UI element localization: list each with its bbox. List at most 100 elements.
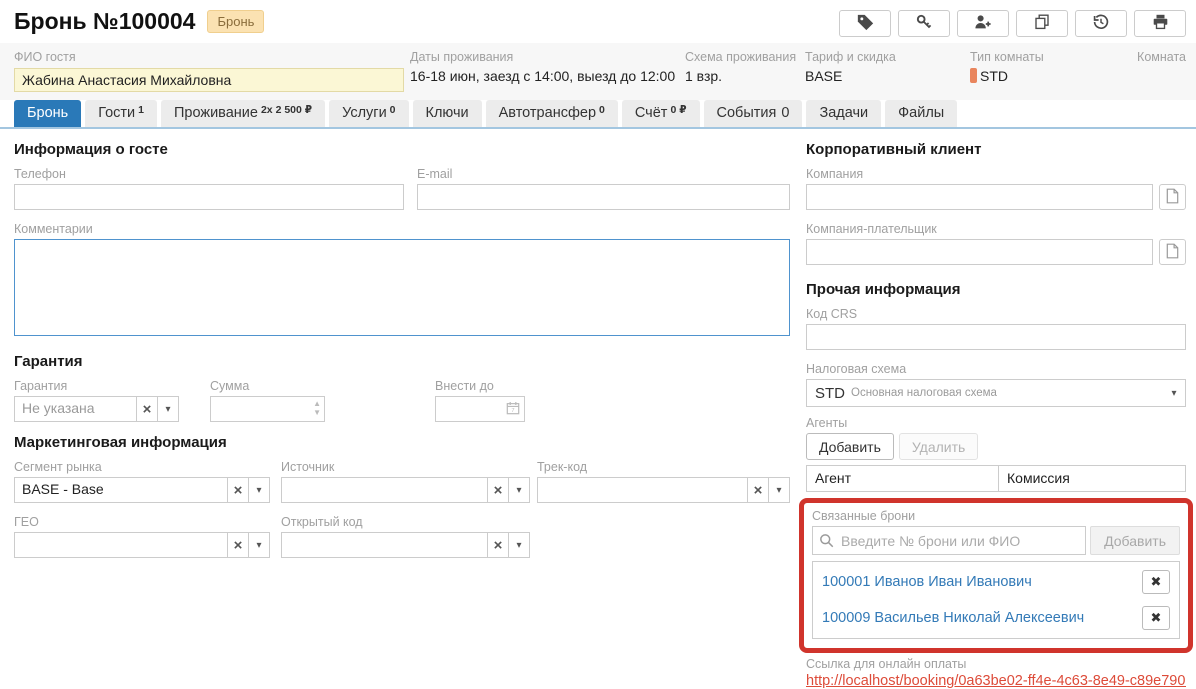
agent-delete-button[interactable]: Удалить (899, 433, 978, 460)
header: Бронь №100004 Бронь (0, 0, 1196, 43)
right-column: Корпоративный клиент Компания Компания-п… (806, 141, 1186, 689)
email-input[interactable] (417, 184, 790, 210)
agents-label: Агенты (806, 416, 1186, 430)
list-item: 100009 Васильев Николай Алексеевич ✖ (813, 600, 1179, 636)
guest-info-heading: Информация о госте (14, 141, 790, 158)
tab-files[interactable]: Файлы (885, 100, 957, 127)
tag-icon (857, 14, 874, 34)
open-code-label: Открытый код (281, 515, 530, 529)
svg-text:7: 7 (511, 408, 514, 414)
tab-tasks[interactable]: Задачи (806, 100, 881, 127)
linked-booking-link[interactable]: 100009 Васильев Николай Алексеевич (822, 610, 1084, 626)
due-date-label: Внести до (435, 379, 525, 393)
spinner-arrows[interactable]: ▲▼ (313, 399, 321, 417)
key-button[interactable] (898, 10, 950, 37)
key-icon (916, 14, 932, 33)
chevron-down-icon[interactable]: ▾ (1163, 388, 1185, 399)
commission-column-header: Комиссия (999, 465, 1186, 492)
tab-keys[interactable]: Ключи (413, 100, 482, 127)
payer-company-input[interactable] (806, 239, 1153, 265)
tab-booking[interactable]: Бронь (14, 100, 81, 127)
linked-booking-link[interactable]: 100001 Иванов Иван Иванович (822, 574, 1032, 590)
source-select[interactable]: × ▾ (281, 477, 530, 503)
room-type-color-marker (970, 68, 977, 83)
track-code-label: Трек-код (537, 460, 790, 474)
geo-label: ГЕО (14, 515, 270, 529)
copy-button[interactable] (1016, 10, 1068, 37)
geo-select[interactable]: × ▾ (14, 532, 270, 558)
tab-services[interactable]: Услуги0 (329, 100, 408, 127)
open-code-select[interactable]: × ▾ (281, 532, 530, 558)
print-icon (1152, 14, 1169, 33)
chevron-down-icon[interactable]: ▾ (508, 533, 529, 557)
track-code-select[interactable]: × ▾ (537, 477, 790, 503)
status-badge: Бронь (207, 10, 264, 33)
document-icon (1166, 188, 1179, 207)
clear-icon[interactable]: × (227, 478, 248, 502)
tab-guests[interactable]: Гости1 (85, 100, 157, 127)
add-guest-button[interactable] (957, 10, 1009, 37)
comments-textarea[interactable] (14, 239, 790, 336)
tariff-value: BASE (805, 68, 970, 85)
amount-input[interactable] (210, 396, 325, 422)
linked-add-button[interactable]: Добавить (1090, 526, 1180, 555)
clear-icon[interactable]: × (487, 533, 508, 557)
history-icon (1093, 14, 1109, 33)
close-icon: ✖ (1151, 574, 1162, 590)
agent-column-header: Агент (806, 465, 999, 492)
list-item: 100001 Иванов Иван Иванович ✖ (813, 564, 1179, 600)
add-guest-icon (974, 14, 992, 33)
chevron-down-icon[interactable]: ▾ (248, 478, 269, 502)
guarantee-select[interactable]: Не указана × ▾ (14, 396, 179, 422)
remove-linked-button[interactable]: ✖ (1142, 570, 1170, 594)
company-input[interactable] (806, 184, 1153, 210)
amount-label: Сумма (210, 379, 325, 393)
room-type-value: STD (970, 68, 1133, 85)
guarantee-heading: Гарантия (14, 353, 790, 370)
phone-input[interactable] (14, 184, 404, 210)
page-title: Бронь №100004 (14, 8, 195, 35)
tag-button[interactable] (839, 10, 891, 37)
agents-table: Агент Комиссия (806, 465, 1186, 492)
calendar-icon[interactable]: 7 (506, 401, 520, 420)
occupancy-label: Схема проживания (685, 50, 805, 64)
email-label: E-mail (417, 167, 790, 181)
tab-invoice[interactable]: Счёт0 ₽ (622, 100, 700, 127)
clear-icon[interactable]: × (136, 397, 157, 421)
source-label: Источник (281, 460, 530, 474)
chevron-down-icon[interactable]: ▾ (248, 533, 269, 557)
payment-link[interactable]: http://localhost/booking/0a63be02-ff4e-4… (806, 673, 1186, 689)
history-button[interactable] (1075, 10, 1127, 37)
clear-icon[interactable]: × (747, 478, 768, 502)
clear-icon[interactable]: × (227, 533, 248, 557)
chevron-down-icon[interactable]: ▾ (508, 478, 529, 502)
chevron-down-icon[interactable]: ▾ (768, 478, 789, 502)
stay-dates-label: Даты проживания (410, 50, 685, 64)
guest-name-input[interactable] (14, 68, 404, 92)
tab-transfer[interactable]: Автотрансфер0 (486, 100, 618, 127)
search-icon (819, 533, 834, 553)
print-button[interactable] (1134, 10, 1186, 37)
phone-label: Телефон (14, 167, 404, 181)
room-label: Комната (1137, 50, 1186, 64)
linked-booking-search-input[interactable] (812, 526, 1086, 555)
chevron-down-icon[interactable]: ▾ (157, 397, 178, 421)
corporate-heading: Корпоративный клиент (806, 141, 1186, 158)
guest-name-label: ФИО гостя (14, 50, 410, 64)
clear-icon[interactable]: × (487, 478, 508, 502)
crs-code-input[interactable] (806, 324, 1186, 350)
tax-scheme-select[interactable]: STD Основная налоговая схема ▾ (806, 379, 1186, 407)
payment-link-label: Ссылка для онлайн оплаты (806, 657, 1186, 671)
agent-add-button[interactable]: Добавить (806, 433, 894, 460)
company-lookup-button[interactable] (1159, 184, 1186, 210)
linked-bookings-label: Связанные брони (812, 509, 1180, 523)
payer-lookup-button[interactable] (1159, 239, 1186, 265)
guarantee-label: Гарантия (14, 379, 179, 393)
stay-dates-value: 16-18 июн, заезд с 14:00, выезд до 12:00 (410, 68, 685, 85)
segment-label: Сегмент рынка (14, 460, 270, 474)
toolbar (839, 8, 1186, 37)
tab-events[interactable]: События0 (704, 100, 803, 127)
segment-select[interactable]: BASE - Base × ▾ (14, 477, 270, 503)
tab-accommodation[interactable]: Проживание2x 2 500 ₽ (161, 100, 325, 127)
remove-linked-button[interactable]: ✖ (1142, 606, 1170, 630)
